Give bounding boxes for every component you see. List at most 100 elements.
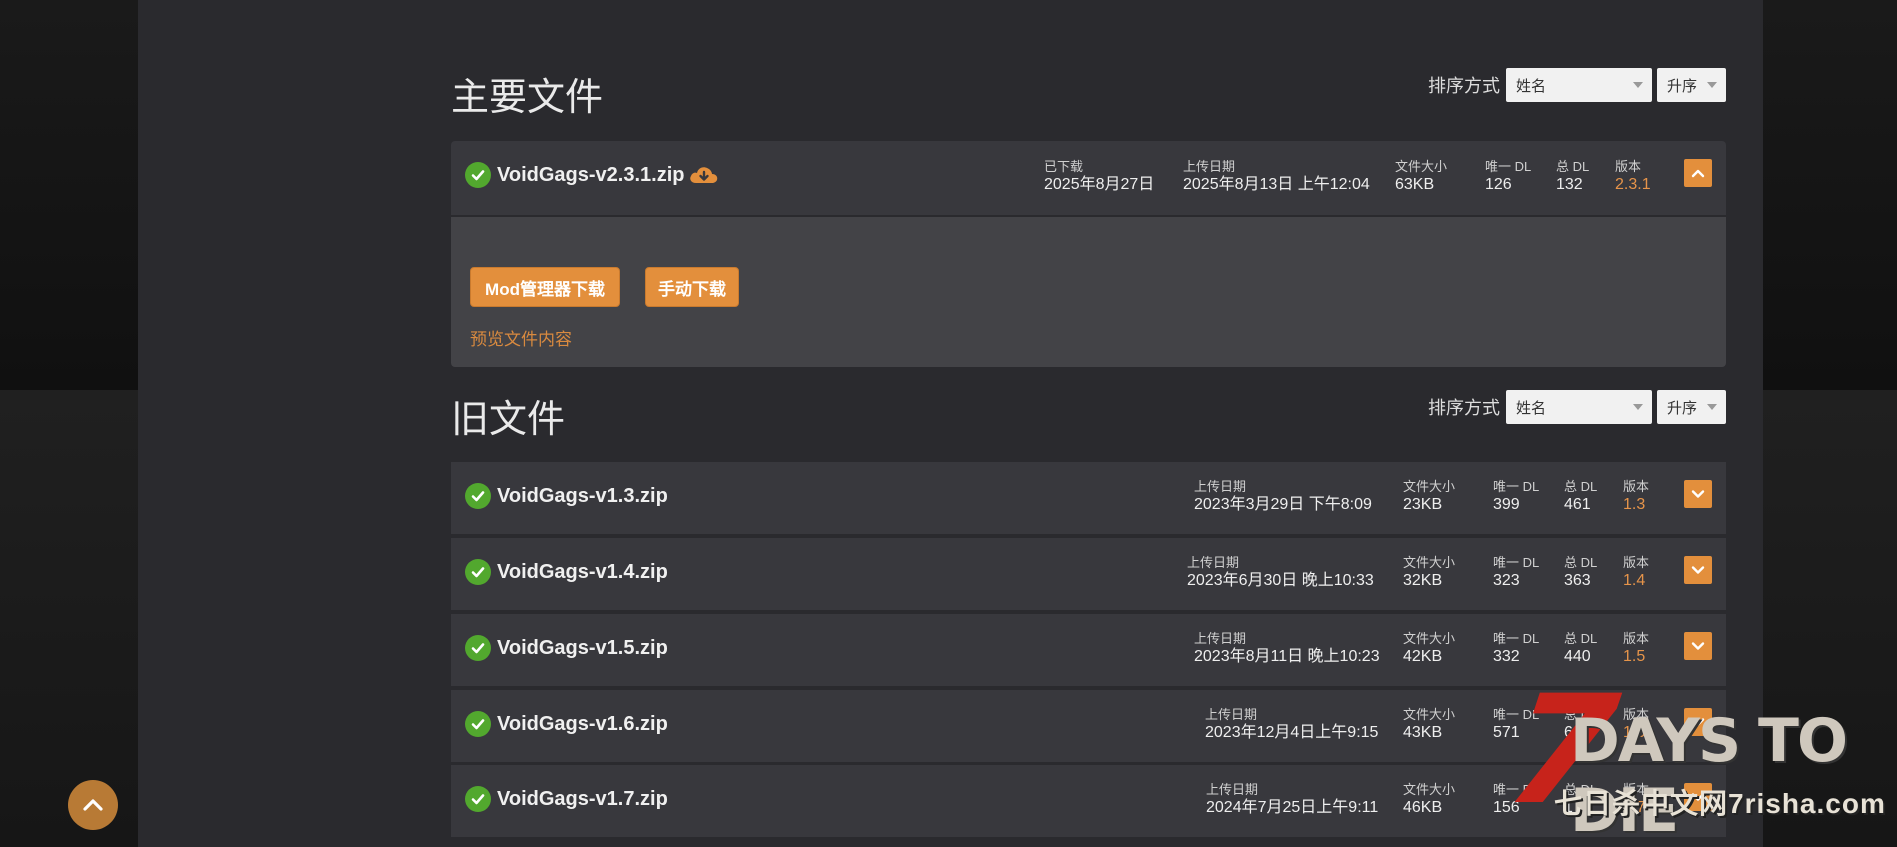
check-circle-icon [465,786,491,812]
old-sort-controls: 排序方式 姓名 升序 [1428,390,1726,424]
total-dl-label: 总 DL [1564,479,1598,494]
total-dl-label: 总 DL [1564,555,1598,570]
file-size-label: 文件大小 [1395,159,1448,174]
upload-date-meta: 上传日期 2023年12月4日上午9:15 [1205,706,1378,743]
expand-toggle-button[interactable] [1684,556,1712,584]
total-dl-value: 132 [1556,176,1583,193]
file-name[interactable]: VoidGags-v2.3.1.zip [497,164,684,187]
unique-dl-label: 唯一 DL [1493,631,1540,646]
upload-date-meta: 上传日期 2025年8月13日 上午12:04 [1183,158,1370,195]
old-file-row[interactable]: VoidGags-v1.3.zip 上传日期 2023年3月29日 下午8:09… [451,462,1726,536]
file-name[interactable]: VoidGags-v1.7.zip [497,788,668,811]
old-sort-order-value: 升序 [1667,399,1698,417]
main-file-row[interactable]: VoidGags-v2.3.1.zip 已下载 2025年8月27日 上传日期 … [451,141,1726,217]
version-value: 2.3.1 [1615,176,1651,193]
old-files-title: 旧文件 [451,399,566,441]
main-sort-field-select[interactable]: 姓名 [1506,68,1652,102]
main-sort-label: 排序方式 [1428,76,1500,96]
chevron-down-icon [1691,642,1705,650]
upload-date-label: 上传日期 [1194,479,1247,494]
file-size-meta: 文件大小 23KB [1403,478,1455,515]
file-size-label: 文件大小 [1403,782,1456,797]
downloaded-label: 已下载 [1044,159,1084,174]
check-circle-icon [465,162,491,188]
old-sort-label: 排序方式 [1428,398,1500,418]
upload-date-meta: 上传日期 2023年8月11日 晚上10:23 [1194,630,1380,667]
upload-date-value: 2023年3月29日 下午8:09 [1194,496,1372,513]
upload-date-label: 上传日期 [1206,782,1259,797]
unique-dl-label: 唯一 DL [1493,479,1540,494]
check-circle-icon [465,483,491,509]
file-size-label: 文件大小 [1403,479,1456,494]
file-size-label: 文件大小 [1403,631,1456,646]
chevron-up-icon [83,799,103,811]
unique-dl-meta: 唯一 DL 399 [1493,478,1539,515]
file-size-value: 23KB [1403,496,1443,513]
upload-date-value: 2024年7月25日上午9:11 [1206,799,1379,816]
check-circle-icon [465,635,491,661]
file-size-label: 文件大小 [1403,707,1456,722]
upload-date-meta: 上传日期 2023年3月29日 下午8:09 [1194,478,1372,515]
file-size-meta: 文件大小 43KB [1403,706,1455,743]
unique-dl-meta: 唯一 DL 332 [1493,630,1539,667]
version-meta: 版本 2.3.1 [1615,158,1651,195]
check-circle-icon [465,559,491,585]
total-dl-meta: 总 DL 440 [1564,630,1597,667]
old-sort-field-value: 姓名 [1516,399,1547,417]
file-name[interactable]: VoidGags-v1.3.zip [497,485,668,508]
upload-date-meta: 上传日期 2023年6月30日 晚上10:33 [1187,554,1374,591]
chevron-down-icon [1691,566,1705,574]
site-watermark-logo: 7 DAYS TO DIE 七日杀中文网7risha.com [1498,664,1890,846]
expand-toggle-button[interactable] [1684,632,1712,660]
file-size-value: 32KB [1403,572,1443,589]
total-dl-meta: 总 DL 363 [1564,554,1597,591]
file-size-value: 43KB [1403,724,1443,741]
mod-manager-download-button[interactable]: Mod管理器下载 [470,267,620,307]
expand-toggle-button[interactable] [1684,480,1712,508]
file-size-value: 42KB [1403,648,1443,665]
version-label: 版本 [1623,479,1650,494]
chevron-up-icon [1691,169,1705,178]
file-size-meta: 文件大小 46KB [1403,781,1455,818]
main-sort-order-value: 升序 [1667,77,1698,95]
upload-date-meta: 上传日期 2024年7月25日上午9:11 [1206,781,1378,818]
total-dl-value: 363 [1564,572,1591,589]
total-dl-label: 总 DL [1564,631,1598,646]
manual-download-button[interactable]: 手动下载 [645,267,739,307]
old-sort-field-select[interactable]: 姓名 [1506,390,1652,424]
file-name[interactable]: VoidGags-v1.6.zip [497,713,668,736]
upload-date-label: 上传日期 [1187,555,1240,570]
total-dl-label: 总 DL [1556,159,1590,174]
version-label: 版本 [1623,555,1650,570]
file-size-meta: 文件大小 63KB [1395,158,1447,195]
upload-date-label: 上传日期 [1205,707,1258,722]
main-sort-order-select[interactable]: 升序 [1657,68,1726,102]
unique-dl-value: 323 [1493,572,1520,589]
old-file-row[interactable]: VoidGags-v1.4.zip 上传日期 2023年6月30日 晚上10:3… [451,538,1726,612]
logo-site-text: 七日杀中文网7risha.com [1554,788,1886,819]
collapse-toggle-button[interactable] [1684,159,1712,187]
chevron-down-icon [1633,82,1643,88]
file-size-value: 63KB [1395,176,1435,193]
version-label: 版本 [1615,159,1642,174]
downloaded-meta: 已下载 2025年8月27日 [1044,158,1154,195]
main-sort-field-value: 姓名 [1516,77,1547,95]
preview-file-contents-link[interactable]: 预览文件内容 [470,325,572,350]
upload-date-value: 2023年8月11日 晚上10:23 [1194,648,1380,665]
total-dl-value: 461 [1564,496,1591,513]
downloaded-value: 2025年8月27日 [1044,176,1155,193]
version-meta: 版本 1.5 [1623,630,1649,667]
file-name[interactable]: VoidGags-v1.5.zip [497,637,668,660]
chevron-down-icon [1707,82,1717,88]
version-label: 版本 [1623,631,1650,646]
cloud-download-icon [688,163,720,192]
file-size-label: 文件大小 [1403,555,1456,570]
version-meta: 版本 1.3 [1623,478,1649,515]
file-size-value: 46KB [1403,799,1443,816]
old-sort-order-select[interactable]: 升序 [1657,390,1726,424]
check-circle-icon [465,711,491,737]
upload-date-value: 2023年12月4日上午9:15 [1205,724,1379,741]
version-meta: 版本 1.4 [1623,554,1649,591]
scroll-to-top-button[interactable] [68,780,118,830]
file-name[interactable]: VoidGags-v1.4.zip [497,561,668,584]
